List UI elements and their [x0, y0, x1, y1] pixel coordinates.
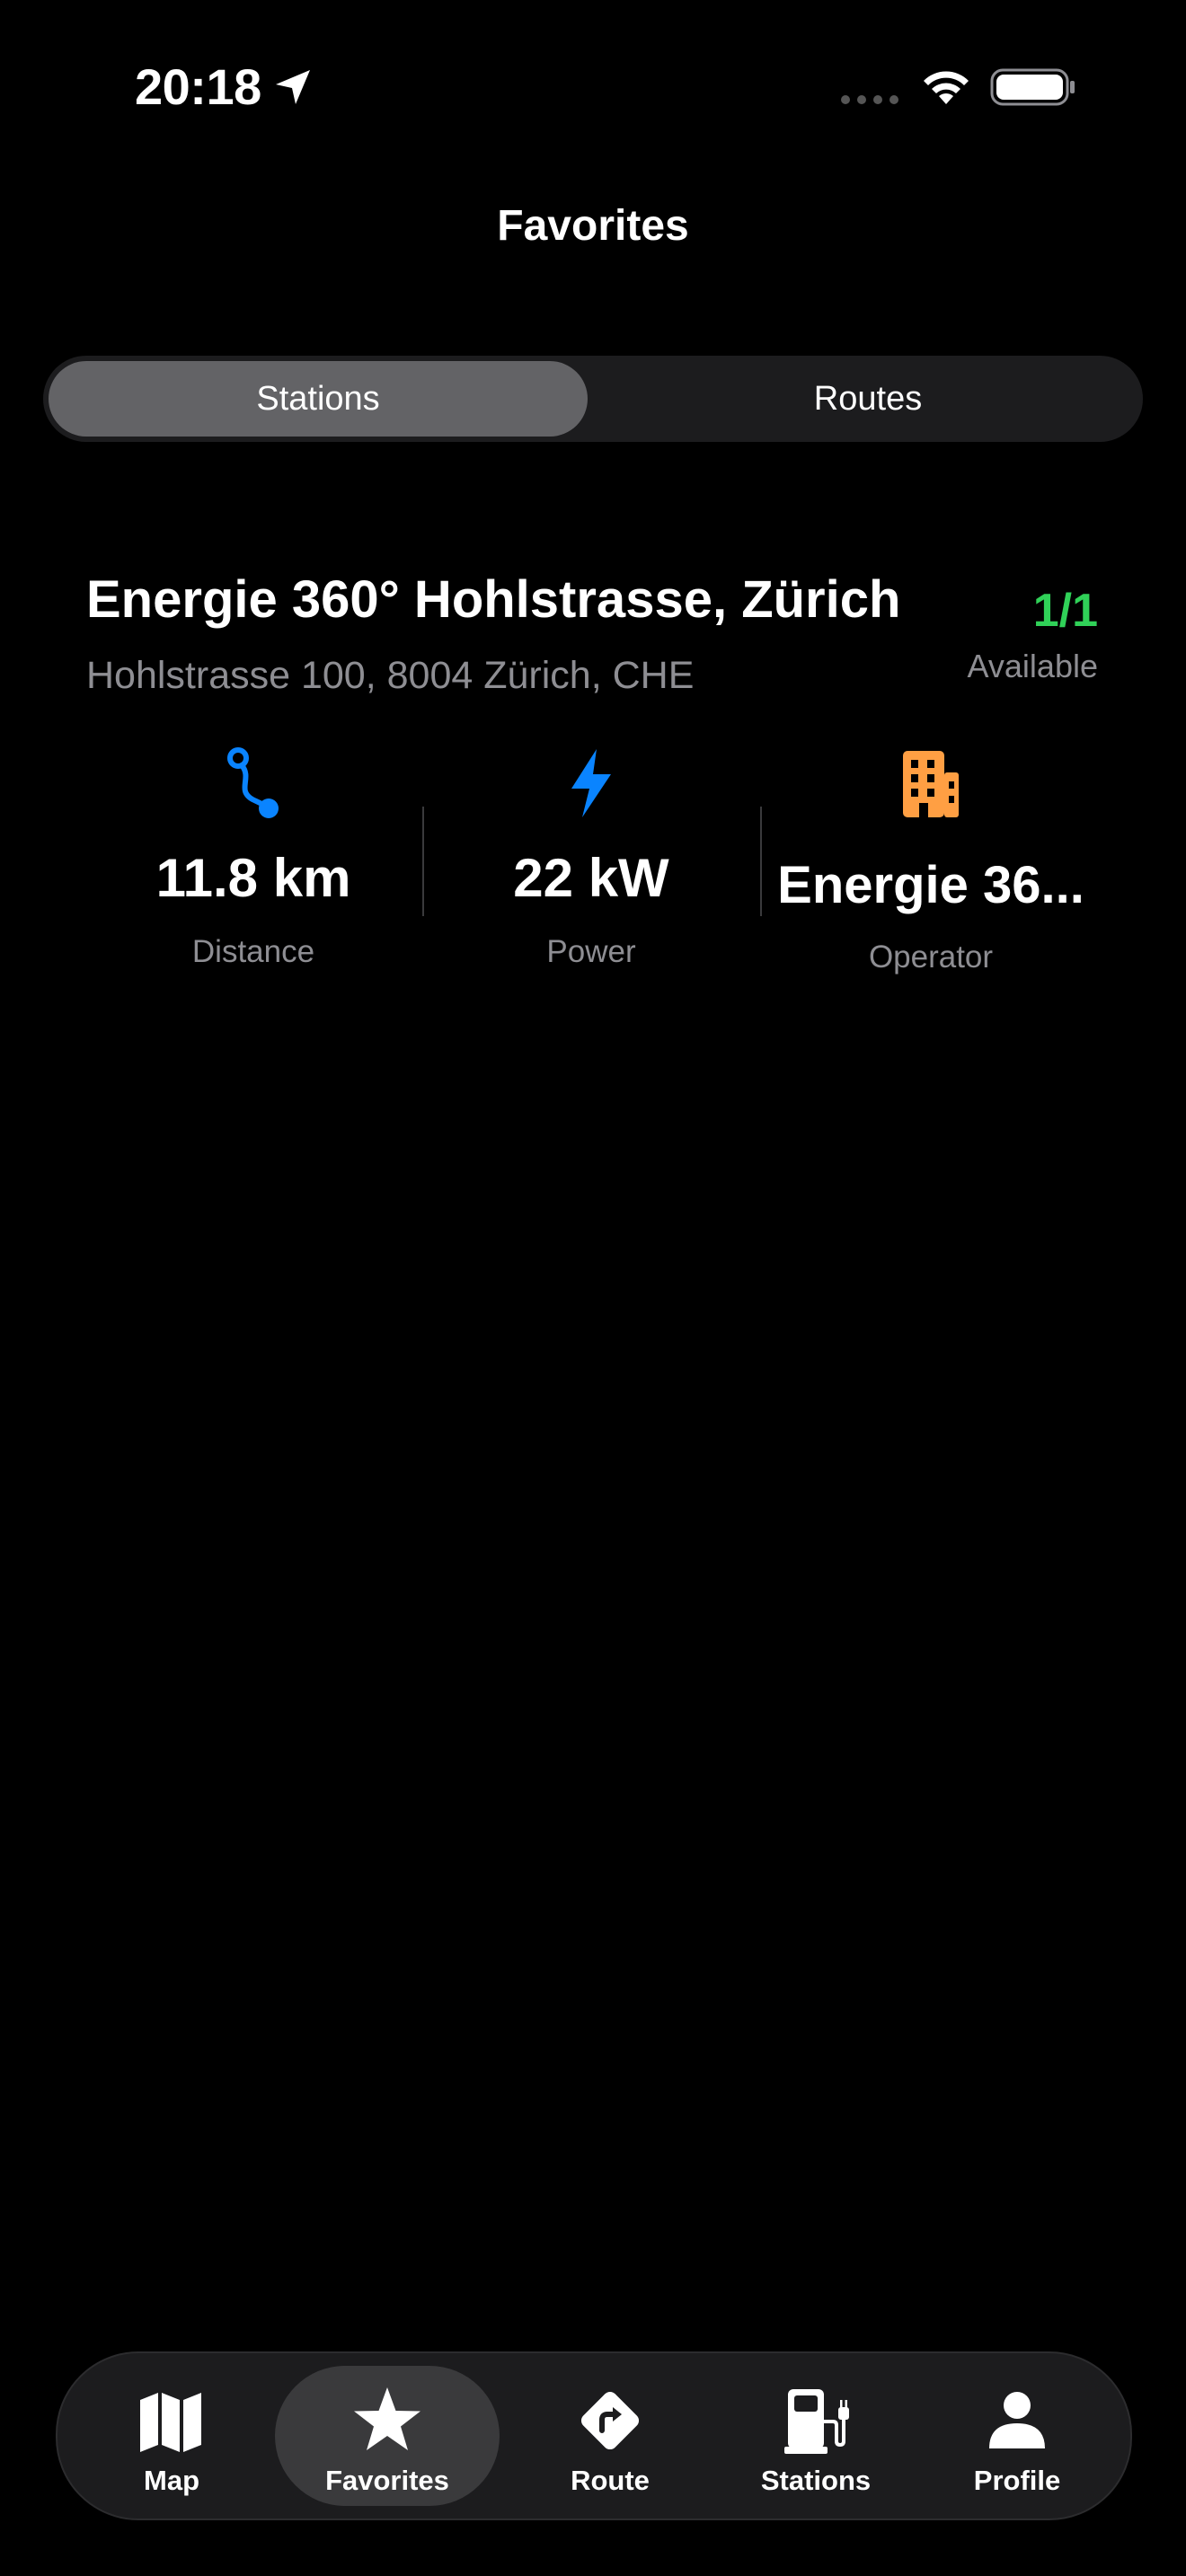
fuel-pump-icon — [784, 2389, 849, 2454]
route-sign-icon — [580, 2391, 640, 2450]
tab-route[interactable]: Route — [507, 2366, 713, 2506]
tab-bar: Map Favorites Route Stations Profile — [56, 2351, 1132, 2520]
tab-map[interactable]: Map — [68, 2366, 275, 2506]
tab-stations[interactable]: Stations — [712, 2366, 920, 2506]
station-address: Hohlstrasse 100, 8004 Zürich, CHE — [86, 654, 695, 697]
bolt-icon — [571, 749, 611, 817]
power-value: 22 kW — [513, 848, 669, 908]
distance-value: 11.8 km — [155, 848, 351, 908]
segment-routes[interactable]: Routes — [598, 361, 1137, 437]
tab-label: Favorites — [325, 2465, 449, 2496]
operator-label: Operator — [868, 940, 994, 975]
map-icon — [140, 2393, 201, 2452]
segmented-control: Stations Routes — [43, 356, 1143, 442]
distance-label: Distance — [191, 934, 315, 969]
page-title: Favorites — [497, 202, 689, 250]
person-icon — [989, 2392, 1045, 2448]
stat-power: 22 kW Power — [424, 745, 758, 988]
status-time: 20:18 — [135, 58, 261, 115]
tab-label: Route — [571, 2465, 650, 2496]
star-icon — [354, 2387, 420, 2450]
stat-distance: 11.8 km Distance — [86, 745, 420, 988]
tab-label: Profile — [973, 2465, 1061, 2496]
operator-value: Energie 36... — [777, 856, 1084, 914]
stat-operator: Energie 36... Operator — [762, 745, 1100, 988]
tab-label: Stations — [760, 2465, 872, 2496]
tab-profile[interactable]: Profile — [918, 2366, 1116, 2506]
location-arrow-icon — [276, 70, 310, 104]
availability-label: Available — [967, 648, 1098, 684]
route-icon — [227, 747, 279, 818]
power-label: Power — [546, 934, 636, 969]
cellular-signal-icon — [841, 95, 898, 104]
wifi-icon — [924, 71, 969, 104]
segment-stations[interactable]: Stations — [49, 361, 588, 437]
station-name: Energie 360° Hohlstrasse, Zürich — [86, 570, 901, 629]
availability-count: 1/1 — [1032, 585, 1098, 637]
tab-favorites[interactable]: Favorites — [275, 2366, 500, 2506]
tab-label: Map — [144, 2465, 199, 2496]
building-icon — [903, 751, 959, 817]
battery-icon — [990, 68, 1075, 106]
